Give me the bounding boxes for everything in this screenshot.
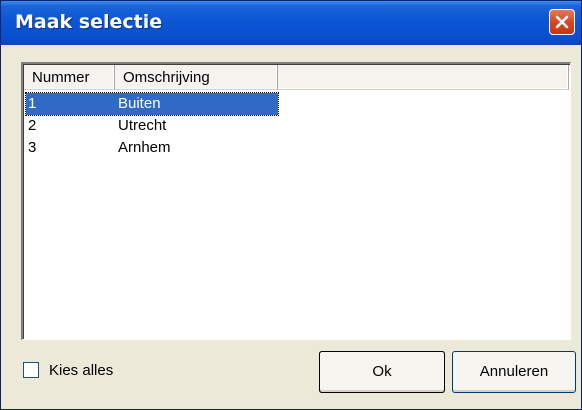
row-description: Buiten — [118, 95, 161, 112]
list-row-1[interactable]: 1 Buiten — [25, 92, 566, 116]
ok-button[interactable]: Ok — [319, 351, 445, 393]
row-number: 1 — [28, 95, 37, 112]
row-description: Utrecht — [118, 117, 167, 134]
dialog-window: Maak selectie Nummer Omschrijving 1 Buit… — [0, 0, 582, 410]
close-x-icon — [555, 15, 569, 29]
title-bar[interactable]: Maak selectie — [1, 1, 581, 45]
window-title: Maak selectie — [15, 11, 163, 33]
list-header: Nummer Omschrijving — [24, 65, 569, 90]
select-all-checkbox[interactable] — [23, 362, 39, 378]
list-row-2[interactable]: 2 Utrecht — [26, 115, 566, 137]
select-all-label: Kies alles — [49, 362, 114, 379]
row-number: 3 — [28, 139, 37, 156]
list-row-3[interactable]: 3 Arnhem — [26, 137, 566, 159]
column-header-nummer[interactable]: Nummer — [24, 65, 115, 90]
list-rows: 1 Buiten 2 Utrecht 3 Arnhem — [25, 92, 566, 159]
selection-list[interactable]: Nummer Omschrijving 1 Buiten 2 Utrecht 3… — [21, 62, 571, 340]
column-header-filler — [278, 65, 569, 90]
cancel-button[interactable]: Annuleren — [452, 351, 576, 393]
close-button[interactable] — [549, 9, 575, 35]
row-description: Arnhem — [118, 139, 171, 156]
column-header-omschrijving[interactable]: Omschrijving — [115, 65, 278, 90]
row-number: 2 — [28, 117, 37, 134]
